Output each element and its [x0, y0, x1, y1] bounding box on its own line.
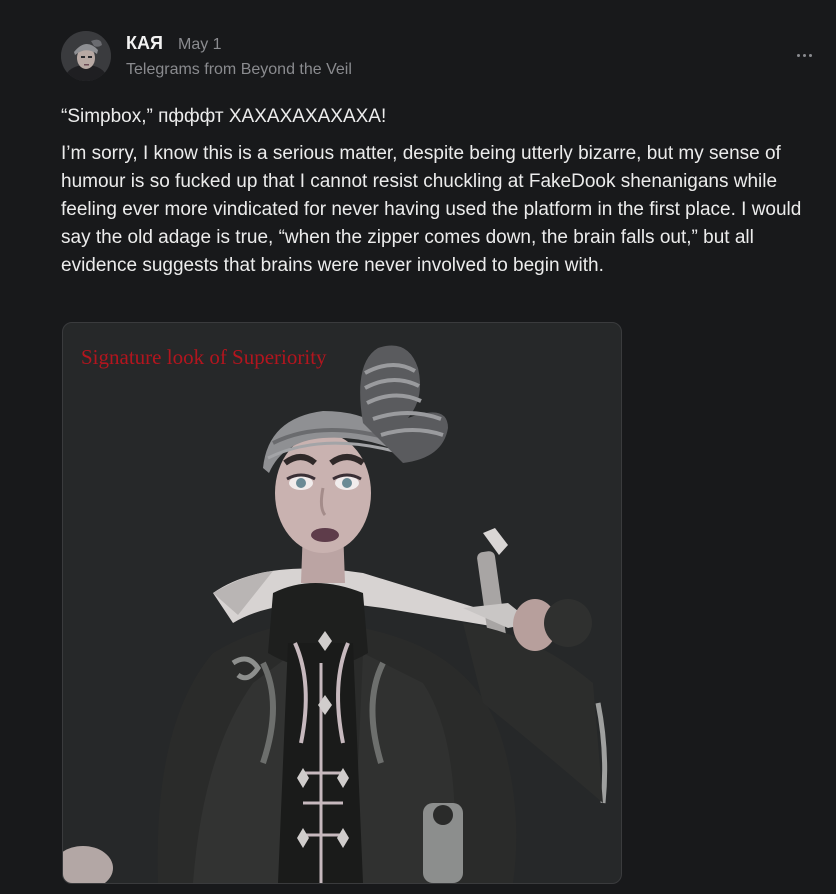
author-avatar[interactable] [61, 31, 111, 81]
post-paragraph-2: I’m sorry, I know this is a serious matt… [61, 143, 802, 276]
author-name[interactable]: КАЯ [126, 33, 163, 54]
avatar-portrait-icon [61, 31, 111, 81]
ellipsis-icon[interactable] [794, 44, 816, 66]
post-page: КАЯ May 1 Telegrams from Beyond the Veil… [0, 0, 836, 894]
character-illustration [63, 345, 608, 883]
image-caption: Signature look of Superiority [81, 345, 327, 369]
publication-name[interactable]: Telegrams from Beyond the Veil [126, 61, 352, 79]
post-image[interactable]: Signature look of Superiority [62, 322, 622, 884]
post-date: May 1 [178, 36, 222, 53]
post-paragraph-1: “Simpbox,” пфффт ХАХАХАХАХАХА! [61, 106, 387, 127]
